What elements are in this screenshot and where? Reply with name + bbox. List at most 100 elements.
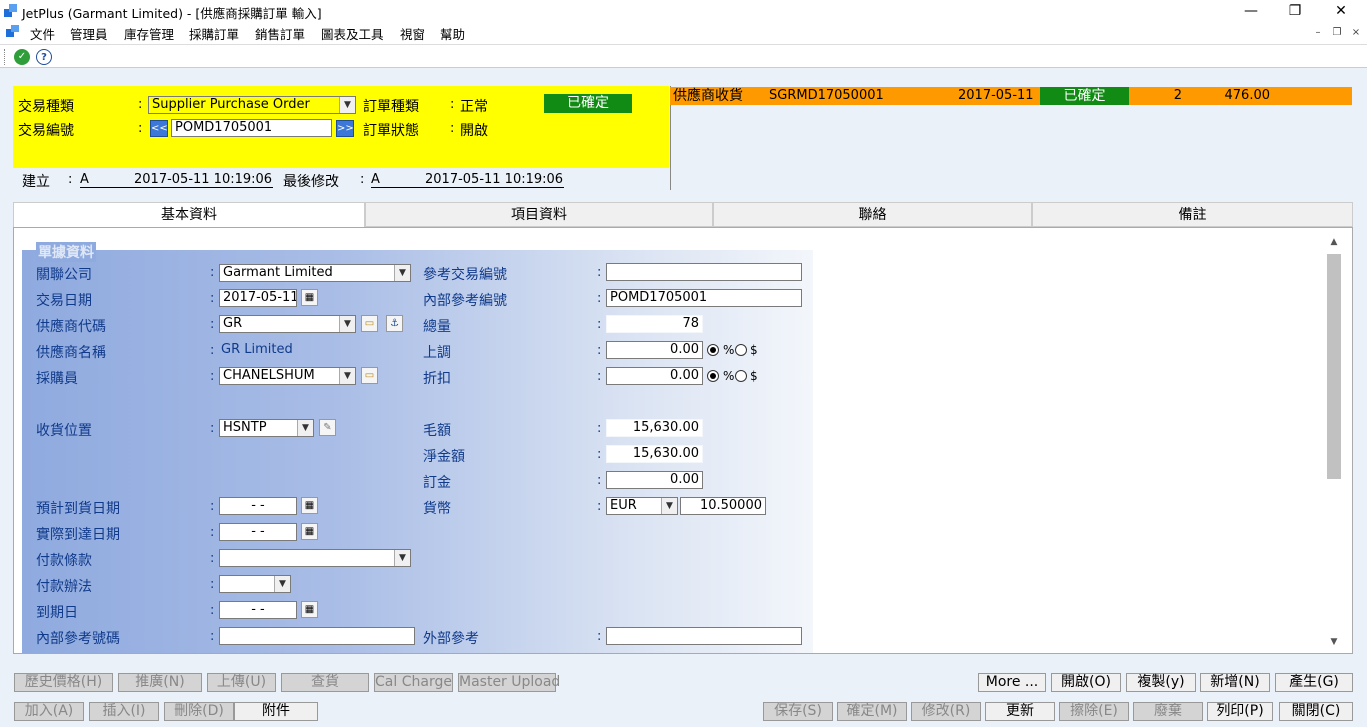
gross-value: 15,630.00 (606, 419, 703, 437)
menu-admin[interactable]: 管理員 (70, 24, 108, 43)
scroll-down-icon[interactable]: ▼ (1328, 637, 1340, 651)
delete-button[interactable]: 刪除(D) (164, 702, 234, 721)
mdi-restore-button[interactable]: ❐ (1329, 26, 1345, 40)
vertical-scrollbar[interactable]: ▲ ▼ (1325, 237, 1343, 652)
buyer-select[interactable]: CHANELSHUM ▼ (219, 367, 356, 385)
chevron-down-icon[interactable]: ▼ (274, 576, 290, 592)
location-select[interactable]: HSNTP ▼ (219, 419, 314, 437)
menu-window[interactable]: 視窗 (400, 24, 425, 43)
colon: : (210, 317, 215, 332)
deposit-input[interactable]: 0.00 (606, 471, 703, 489)
save-button[interactable]: 保存(S) (763, 702, 833, 721)
discount-percent-radio[interactable] (707, 370, 719, 382)
discount-dollar-radio[interactable] (735, 370, 747, 382)
attachment-button[interactable]: 附件 (234, 702, 318, 721)
calendar-icon[interactable]: ▦ (301, 523, 318, 540)
mdi-minimize-button[interactable]: – (1310, 26, 1326, 40)
txn-type-value: Supplier Purchase Order (152, 97, 310, 112)
more-button[interactable]: More ... (978, 673, 1046, 692)
mdi-close-button[interactable]: × (1348, 26, 1364, 40)
insert-button[interactable]: 插入(I) (89, 702, 159, 721)
due-input[interactable]: - - (219, 601, 297, 619)
ata-input[interactable]: - - (219, 523, 297, 541)
generate-button[interactable]: 產生(G) (1275, 673, 1353, 692)
modify-button[interactable]: 修改(R) (911, 702, 981, 721)
edit-note-icon[interactable]: ✎ (319, 419, 336, 436)
modified-time: 2017-05-11 10:19:06 (425, 172, 564, 187)
txn-type-select[interactable]: Supplier Purchase Order ▼ (148, 96, 356, 114)
supplier-code-select[interactable]: GR ▼ (219, 315, 356, 333)
chevron-down-icon[interactable]: ▼ (339, 97, 355, 113)
linked-doc-row[interactable]: 供應商收貨 SGRMD17050001 2017-05-11 已確定 2 476… (670, 87, 1352, 105)
restore-button[interactable]: ❐ (1272, 0, 1318, 22)
eta-input[interactable]: - - (219, 497, 297, 515)
chevron-down-icon[interactable]: ▼ (297, 420, 313, 436)
exchange-rate-input[interactable]: 10.50000 (680, 497, 766, 515)
menu-purchase-order[interactable]: 採購訂單 (189, 24, 239, 43)
minimize-button[interactable]: — (1228, 0, 1274, 22)
menu-charts-tools[interactable]: 圖表及工具 (321, 24, 384, 43)
price-history-button[interactable]: 歷史價格(H) (14, 673, 113, 692)
promote-button[interactable]: 推廣(N) (118, 673, 202, 692)
cal-charge-button[interactable]: Cal Charge (374, 673, 453, 692)
chevron-down-icon[interactable]: ▼ (394, 265, 410, 281)
check-icon[interactable]: ✓ (14, 49, 30, 65)
menu-file[interactable]: 文件 (30, 24, 55, 43)
currency-select[interactable]: EUR ▼ (606, 497, 678, 515)
new-button[interactable]: 新增(N) (1200, 673, 1270, 692)
calendar-icon[interactable]: ▦ (301, 497, 318, 514)
menu-help[interactable]: 幫助 (440, 24, 465, 43)
folder-icon[interactable]: ▭ (361, 315, 378, 332)
ext-ref-label: 外部參考 (423, 631, 479, 647)
scroll-up-icon[interactable]: ▲ (1328, 237, 1340, 251)
chevron-down-icon[interactable]: ▼ (394, 550, 410, 566)
internal-ref-input[interactable]: POMD1705001 (606, 289, 802, 307)
add-button[interactable]: 加入(A) (14, 702, 84, 721)
tab-item-info[interactable]: 項目資料 (365, 202, 713, 227)
pay-method-select[interactable]: ▼ (219, 575, 291, 593)
menu-inventory[interactable]: 庫存管理 (124, 24, 174, 43)
internal-ref-no-input[interactable] (219, 627, 415, 645)
folder-icon[interactable]: ▭ (361, 367, 378, 384)
markup-dollar-radio[interactable] (735, 344, 747, 356)
master-upload-button[interactable]: Master Upload (458, 673, 560, 692)
calendar-icon[interactable]: ▦ (301, 601, 318, 618)
prev-record-button[interactable]: << (150, 120, 168, 137)
upload-button[interactable]: 上傳(U) (207, 673, 276, 692)
chevron-down-icon[interactable]: ▼ (339, 316, 355, 332)
pay-terms-select[interactable]: ▼ (219, 549, 411, 567)
next-record-button[interactable]: >> (336, 120, 354, 137)
created-user: A (80, 172, 89, 187)
txn-no-input[interactable]: POMD1705001 (171, 119, 332, 137)
print-button[interactable]: 列印(P) (1207, 702, 1273, 721)
void-button[interactable]: 廢棄 (1133, 702, 1203, 721)
anchor-icon[interactable]: ⚓ (386, 315, 403, 332)
tab-remarks[interactable]: 備註 (1032, 202, 1353, 227)
tab-contact[interactable]: 聯絡 (713, 202, 1032, 227)
check-stock-button[interactable]: 查貨 (281, 673, 369, 692)
chevron-down-icon[interactable]: ▼ (339, 368, 355, 384)
close-window-button[interactable]: ✕ (1318, 0, 1364, 22)
txn-date-input[interactable]: 2017-05-11 (219, 289, 297, 307)
toolbar: ✓ ? (0, 44, 1367, 68)
group-title: 單據資料 (36, 242, 96, 262)
ref-txn-input[interactable] (606, 263, 802, 281)
erase-button[interactable]: 擦除(E) (1059, 702, 1129, 721)
copy-button[interactable]: 複製(y) (1126, 673, 1196, 692)
scroll-thumb[interactable] (1327, 254, 1341, 479)
calendar-icon[interactable]: ▦ (301, 289, 318, 306)
tab-basic-info[interactable]: 基本資料 (13, 202, 365, 227)
help-icon[interactable]: ? (36, 49, 52, 65)
ext-ref-input[interactable] (606, 627, 802, 645)
update-button[interactable]: 更新 (985, 702, 1055, 721)
close-button[interactable]: 關閉(C) (1279, 702, 1353, 721)
discount-input[interactable]: 0.00 (606, 367, 703, 385)
markup-percent-radio[interactable] (707, 344, 719, 356)
colon: : (210, 421, 215, 436)
confirm-button[interactable]: 確定(M) (837, 702, 907, 721)
company-select[interactable]: Garmant Limited ▼ (219, 264, 411, 282)
open-button[interactable]: 開啟(O) (1051, 673, 1121, 692)
menu-sales-order[interactable]: 銷售訂單 (255, 24, 305, 43)
chevron-down-icon[interactable]: ▼ (661, 498, 677, 514)
markup-input[interactable]: 0.00 (606, 341, 703, 359)
